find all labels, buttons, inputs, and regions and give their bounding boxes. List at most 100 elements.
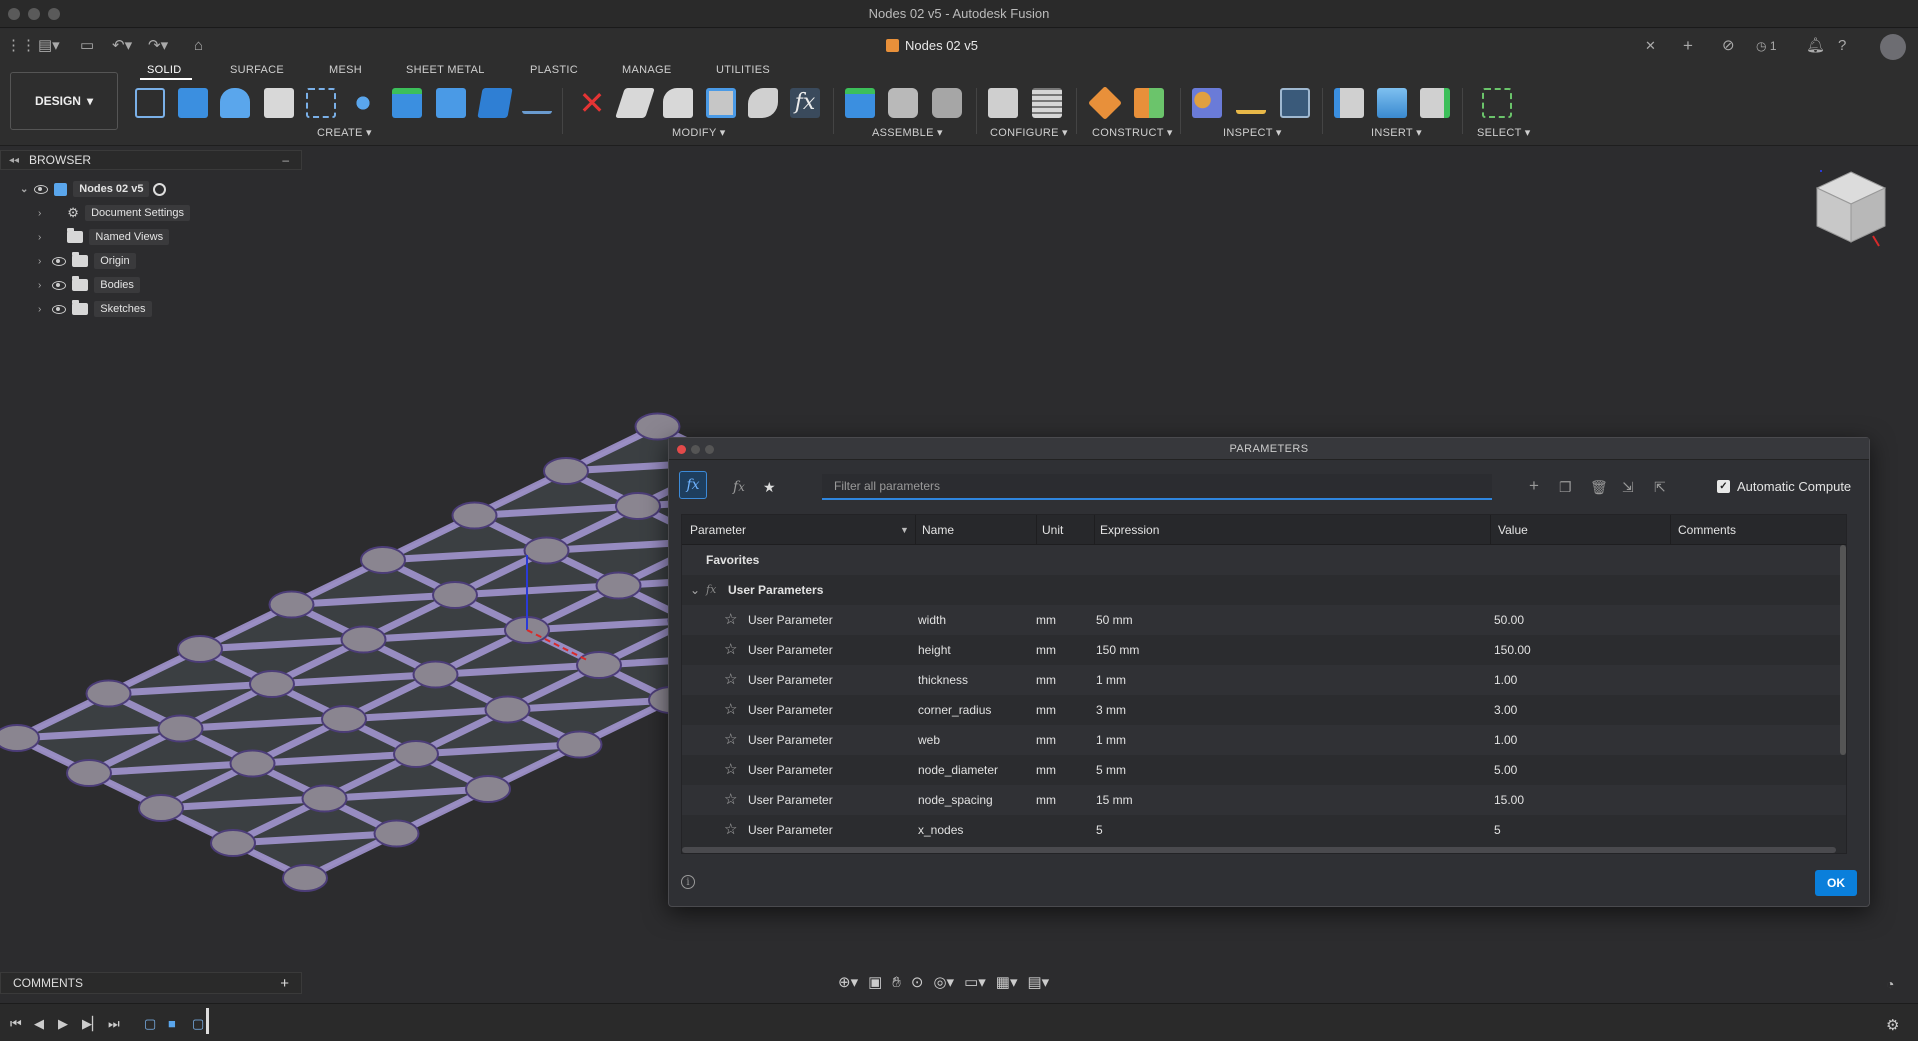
chevron-down-icon[interactable]: ⌄ [690,583,700,597]
lattice-node[interactable] [157,714,204,743]
collapse-browser-icon[interactable]: ◂◂ [9,155,19,166]
visibility-eye-icon[interactable] [52,304,66,314]
lattice-node[interactable] [432,581,478,609]
col-unit[interactable]: Unit [1042,523,1063,537]
param-unit[interactable]: mm [1036,703,1056,717]
param-expression[interactable]: 3 mm [1096,703,1126,717]
lattice-node[interactable] [360,546,406,574]
close-tab-icon[interactable]: ✕ [1645,37,1656,55]
lattice-node[interactable] [634,412,681,441]
param-name[interactable]: thickness [918,673,968,687]
circular-pattern-icon[interactable] [348,88,378,118]
fit-icon[interactable]: ◎▾ [933,973,954,991]
model-parameters-icon[interactable]: fx [733,479,745,495]
param-expression[interactable]: 5 mm [1096,763,1126,777]
step-forward-icon[interactable]: ▶▏ [82,1016,102,1032]
vertical-scrollbar[interactable] [1840,545,1846,755]
browser-item-named-views[interactable]: › Named Views [38,227,170,247]
viewports-icon[interactable]: ▤▾ [1027,973,1049,991]
close-dialog-button[interactable] [677,445,686,454]
section-analysis-icon[interactable] [1280,88,1310,118]
info-icon[interactable]: i [681,875,695,889]
chevron-right-icon[interactable]: › [38,208,52,219]
param-expression[interactable]: 1 mm [1096,733,1126,747]
lattice-node[interactable] [138,794,184,822]
notifications-icon[interactable]: 🔔︎ [1806,37,1825,55]
add-comment-icon[interactable]: + [280,975,289,992]
lattice-node[interactable] [210,829,256,857]
browser-item-origin[interactable]: › Origin [38,251,136,271]
param-expression[interactable]: 5 [1096,823,1103,837]
tab-utilities[interactable]: UTILITIES [716,64,770,76]
inspect-group-label[interactable]: INSPECT ▾ [1223,126,1282,139]
tab-mesh[interactable]: MESH [329,64,362,76]
param-name[interactable]: node_spacing [918,793,993,807]
as-built-joint-icon[interactable] [932,88,962,118]
browser-panel-header[interactable]: ◂◂ BROWSER – [0,150,302,170]
horizontal-scrollbar[interactable] [682,847,1836,853]
col-name[interactable]: Name [922,523,954,537]
construct-group-label[interactable]: CONSTRUCT ▾ [1092,126,1173,139]
ok-button[interactable]: OK [1815,870,1857,896]
plane-icon[interactable] [522,96,552,114]
delete-parameter-icon[interactable]: 🗑︎ [1590,479,1608,496]
chevron-right-icon[interactable]: › [38,256,52,267]
parameters-titlebar[interactable]: PARAMETERS [669,438,1869,460]
param-name[interactable]: x_nodes [918,823,963,837]
param-name[interactable]: height [918,643,951,657]
lattice-node[interactable] [0,724,40,752]
timeline-marker[interactable] [206,1008,209,1034]
lattice-node[interactable] [484,695,531,724]
lattice-node[interactable] [523,536,570,565]
browser-item-sketches[interactable]: › Sketches [38,299,152,319]
go-to-start-icon[interactable]: ⏮︎ [10,1016,22,1032]
lattice-node[interactable] [268,590,315,619]
workspace-switcher[interactable]: DESIGN ▾ [10,72,118,130]
chevron-right-icon[interactable]: › [38,232,52,243]
tab-solid[interactable]: SOLID [147,64,182,76]
save-icon[interactable]: ▭ [80,37,94,55]
box-icon[interactable] [477,88,513,118]
redo-icon[interactable]: ↷▾ [148,37,168,55]
param-expression[interactable]: 50 mm [1096,613,1133,627]
change-parameters-icon[interactable]: fx [790,88,820,118]
table-row[interactable]: ☆ User Parameter web mm 1 mm 1.00 [682,725,1846,755]
view-cube[interactable] [1815,160,1887,252]
lattice-node[interactable] [393,740,439,768]
hole-icon[interactable] [264,88,294,118]
chevron-right-icon[interactable]: › [38,304,52,315]
checkbox-checked-icon[interactable]: ✓ [1717,480,1730,493]
comments-panel[interactable]: COMMENTS + [0,972,302,994]
extensions-icon[interactable]: ⊘ [1722,37,1735,55]
browser-item-bodies[interactable]: › Bodies [38,275,140,295]
maximize-window-button[interactable] [48,8,60,20]
timeline-sketch-icon[interactable]: ▢ [192,1016,204,1032]
new-tab-icon[interactable]: + [1683,37,1693,55]
table-row[interactable]: ☆ User Parameter x_nodes 5 5 [682,815,1846,845]
play-icon[interactable]: ▶ [58,1016,68,1032]
lattice-node[interactable] [177,635,223,663]
user-avatar[interactable] [1880,34,1906,60]
rectangular-pattern-icon[interactable] [306,88,336,118]
minimize-dialog-button[interactable] [691,445,700,454]
col-comments[interactable]: Comments [1678,523,1736,537]
export-parameters-icon[interactable]: ⇱ [1654,479,1666,496]
param-expression[interactable]: 1 mm [1096,673,1126,687]
minimize-window-button[interactable] [28,8,40,20]
lattice-node[interactable] [249,670,295,698]
lattice-node[interactable] [66,759,112,787]
param-unit[interactable]: mm [1036,793,1056,807]
favorite-star-icon[interactable]: ☆ [724,730,737,748]
tab-manage[interactable]: MANAGE [622,64,671,76]
visibility-eye-icon[interactable] [52,256,66,266]
lattice-node[interactable] [373,819,420,848]
insert-mesh-icon[interactable] [1420,88,1450,118]
look-at-icon[interactable]: ▣ [868,973,882,991]
lattice-node[interactable] [576,651,622,679]
copy-parameter-icon[interactable]: ❐ [1559,479,1572,496]
browser-item-document-settings[interactable]: › ⚙ Document Settings [38,203,190,223]
param-name[interactable]: web [918,733,940,747]
file-menu-icon[interactable]: ▤▾ [38,37,60,55]
favorites-star-icon[interactable]: ★ [763,479,776,496]
job-status-icon[interactable]: ◷ 1 [1756,37,1777,55]
